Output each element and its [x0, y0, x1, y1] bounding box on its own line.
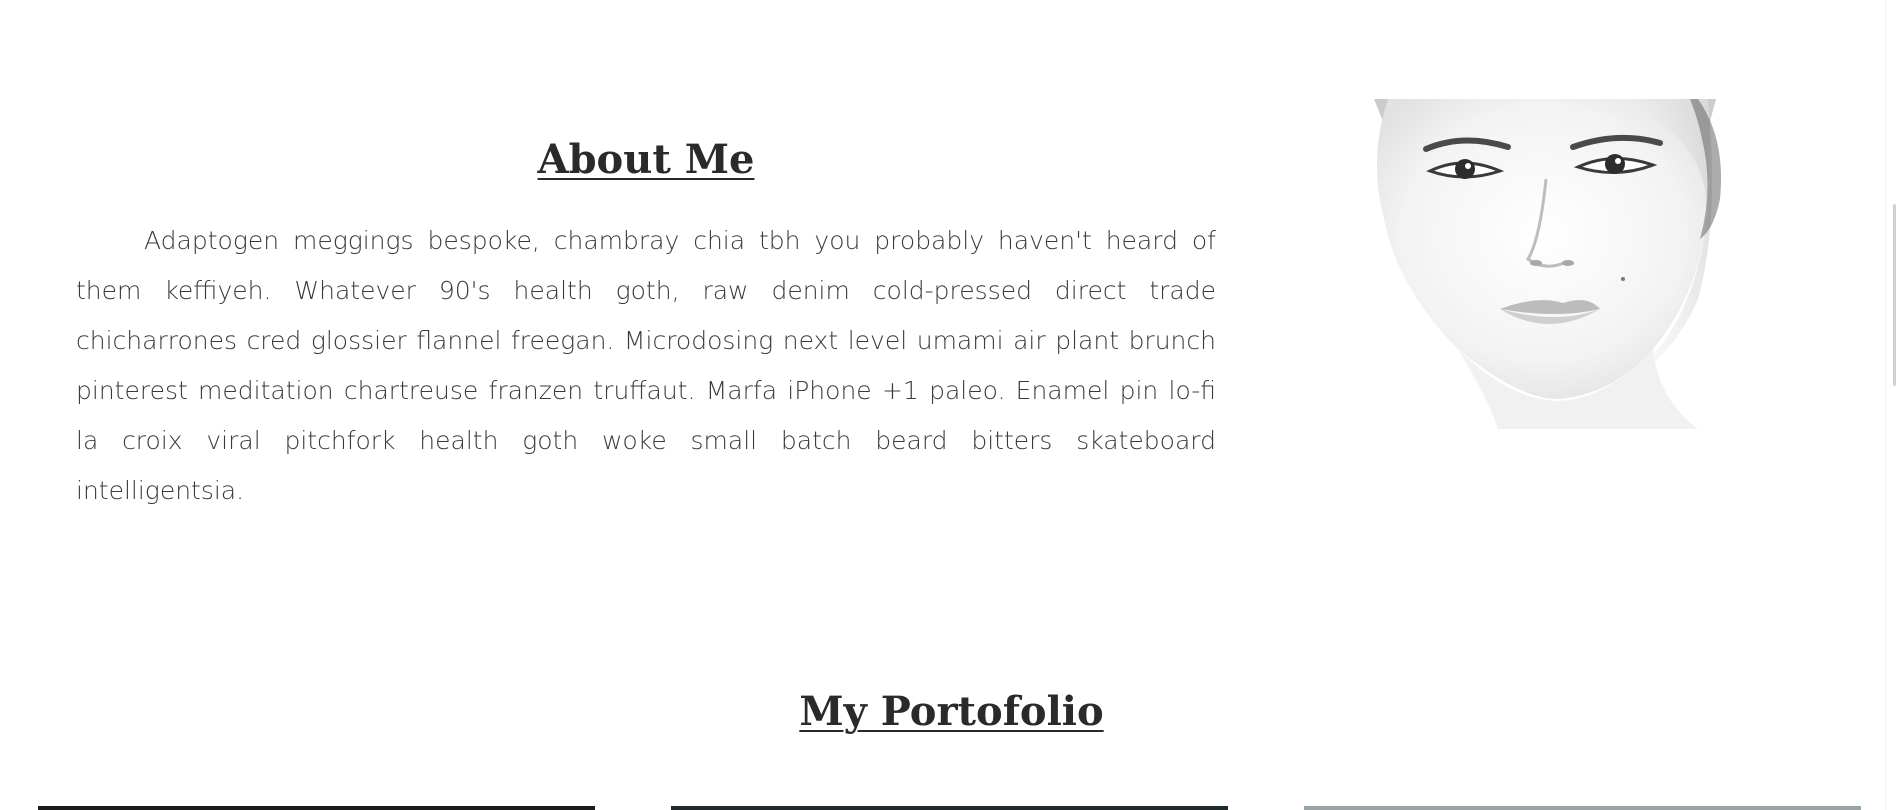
portfolio-title: My Portofolio [799, 688, 1104, 735]
about-title: About Me [537, 136, 755, 183]
about-section: About Me Adaptogen meggings bespoke, cha… [0, 0, 1903, 620]
portrait-image [1368, 99, 1758, 429]
page-scrollbar[interactable] [1885, 0, 1903, 810]
portrait-face-icon [1374, 99, 1722, 429]
about-text-block: About Me Adaptogen meggings bespoke, cha… [76, 130, 1216, 516]
portfolio-card-1[interactable] [38, 806, 595, 810]
portfolio-card-3[interactable] [1304, 806, 1861, 810]
portfolio-card-2[interactable] [671, 806, 1228, 810]
scrollbar-thumb[interactable] [1893, 204, 1896, 386]
about-paragraph: Adaptogen meggings bespoke, chambray chi… [76, 226, 1216, 505]
